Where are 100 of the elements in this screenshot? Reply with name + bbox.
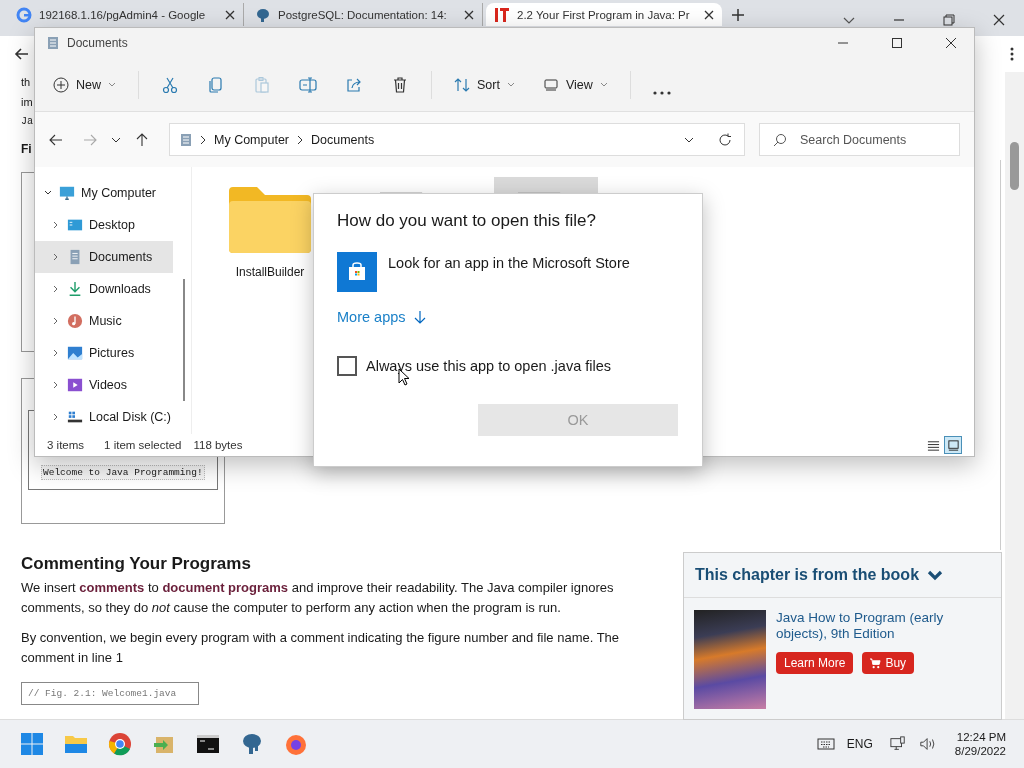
drive-icon	[67, 409, 83, 425]
close-icon[interactable]	[992, 12, 1006, 27]
maximize-icon[interactable]	[891, 37, 903, 49]
network-icon[interactable]	[888, 736, 907, 752]
tree-item[interactable]: Pictures	[35, 337, 173, 369]
paragraph: By convention, we begin every program with a comment indicating the figure number and file name. The comment in line 1	[21, 629, 621, 667]
tree-item[interactable]: Documents	[35, 241, 173, 273]
clock-date[interactable]: 8/29/2022	[954, 745, 1006, 757]
computer-icon	[59, 185, 75, 201]
document-icon	[47, 36, 59, 50]
buy-button[interactable]: Buy	[862, 652, 915, 674]
new-tab-icon[interactable]	[731, 7, 745, 22]
language-indicator[interactable]: ENG	[846, 737, 873, 751]
more-apps-link[interactable]: More apps	[337, 309, 406, 325]
view-icon	[542, 76, 559, 93]
tree-item[interactable]: Local Disk (C:)	[35, 401, 173, 433]
sort-icon	[454, 76, 470, 93]
back-arrow-icon[interactable]	[49, 132, 63, 147]
breadcrumb-item[interactable]: My Computer	[214, 132, 290, 147]
close-icon[interactable]	[225, 9, 235, 20]
tree-item[interactable]: Downloads	[35, 273, 173, 305]
address-bar[interactable]: My Computer Documents	[169, 123, 745, 156]
store-bag-icon[interactable]	[337, 252, 377, 292]
tree-item[interactable]: Music	[35, 305, 173, 337]
refresh-icon[interactable]	[718, 132, 732, 147]
chevron-down-icon[interactable]	[111, 136, 121, 143]
close-icon[interactable]	[464, 9, 474, 20]
browser-tab[interactable]: 2.2 Your First Program in Java: Pr	[486, 3, 722, 26]
plus-icon	[53, 76, 69, 93]
heading-fragment: Fi	[21, 142, 32, 156]
tree-item[interactable]: Videos	[35, 369, 173, 401]
tab-title: 192168.1.16/pgAdmin4 - Google	[39, 8, 207, 21]
firefox-icon[interactable]	[284, 732, 308, 756]
dialog-title: How do you want to open this file?	[337, 211, 597, 231]
up-arrow-icon[interactable]	[135, 132, 149, 147]
caret-icon	[506, 82, 515, 87]
download-icon	[67, 281, 83, 297]
chrome-icon[interactable]	[108, 732, 132, 756]
scissors-icon[interactable]	[161, 75, 179, 94]
close-icon[interactable]	[704, 9, 714, 20]
down-arrow-icon	[413, 310, 426, 324]
item-count: 3 items	[47, 439, 85, 451]
learn-more-button[interactable]: Learn More	[776, 652, 854, 674]
volume-icon[interactable]	[918, 736, 937, 752]
trash-icon[interactable]	[391, 75, 409, 94]
restore-icon[interactable]	[942, 12, 956, 27]
large-icons-view-icon[interactable]	[944, 436, 962, 454]
code-fragment: Ja	[21, 115, 33, 129]
cart-icon	[870, 657, 882, 669]
more-icon[interactable]	[652, 91, 671, 95]
checkbox[interactable]	[337, 356, 357, 376]
checkbox-label[interactable]: Always use this app to open .java files	[366, 358, 612, 374]
section-heading: Commenting Your Programs	[21, 554, 252, 574]
elephant-icon[interactable]	[240, 732, 264, 756]
selection-info: 1 item selected	[104, 439, 182, 451]
folder-icon	[227, 185, 313, 255]
video-icon	[67, 377, 83, 393]
paragraph-fragment: th	[21, 75, 31, 90]
terminal-icon[interactable]	[196, 732, 220, 756]
caret-icon	[599, 82, 608, 87]
g-logo-icon	[16, 6, 32, 23]
browser-tab[interactable]: PostgreSQL: Documentation: 14:	[247, 3, 483, 26]
tab-title: 2.2 Your First Program in Java: Pr	[517, 8, 691, 21]
sort-button[interactable]: Sort	[454, 76, 515, 93]
start-icon[interactable]	[20, 732, 44, 756]
store-option[interactable]: Look for an app in the Microsoft Store	[388, 255, 630, 271]
scrollbar[interactable]	[183, 279, 185, 401]
it-logo-icon	[494, 6, 510, 23]
caret-icon	[108, 82, 116, 87]
book-title-link[interactable]: Java How to Program (early objects), 9th Edition	[776, 610, 991, 642]
music-icon	[67, 313, 83, 329]
chevron-right-icon	[297, 134, 304, 145]
new-button[interactable]: New	[53, 76, 116, 93]
chevron-down-icon[interactable]	[927, 569, 944, 581]
chevron-right-icon	[200, 134, 206, 145]
rename-icon[interactable]	[299, 75, 317, 94]
panel-title: This chapter is from the book	[695, 566, 920, 584]
document-icon	[180, 132, 192, 147]
browser-tab[interactable]: 192168.1.16/pgAdmin4 - Google	[8, 3, 244, 26]
menu-icon[interactable]	[1010, 46, 1014, 62]
file-item[interactable]: InstallBuilder	[218, 177, 322, 327]
search-icon	[773, 133, 787, 147]
scrollbar[interactable]	[1005, 72, 1024, 719]
keyboard-icon[interactable]	[816, 736, 835, 752]
selection-size: 118 bytes	[193, 439, 243, 451]
view-button[interactable]: View	[542, 76, 608, 93]
file-name: InstallBuilder	[235, 265, 305, 279]
back-arrow-icon[interactable]	[14, 46, 30, 62]
tab-title: PostgreSQL: Documentation: 14:	[278, 8, 448, 21]
close-icon[interactable]	[945, 37, 957, 49]
clock-time[interactable]: 12:24 PM	[956, 731, 1006, 743]
paragraph: We insert comments to document programs and improve their readability. The Java compiler ignores comments, so they do not cause the computer to perform any action when the program is run.	[21, 579, 615, 617]
copy-icon[interactable]	[207, 75, 225, 94]
program-output: Welcome to Java Programming!	[41, 465, 205, 480]
chevron-down-icon[interactable]	[684, 136, 694, 143]
picture-icon	[67, 345, 83, 361]
search-field[interactable]: Search Documents	[759, 123, 960, 156]
tree-item[interactable]: Desktop	[35, 209, 173, 241]
breadcrumb-item[interactable]: Documents	[311, 132, 375, 147]
tree-item[interactable]: My Computer	[35, 177, 173, 209]
